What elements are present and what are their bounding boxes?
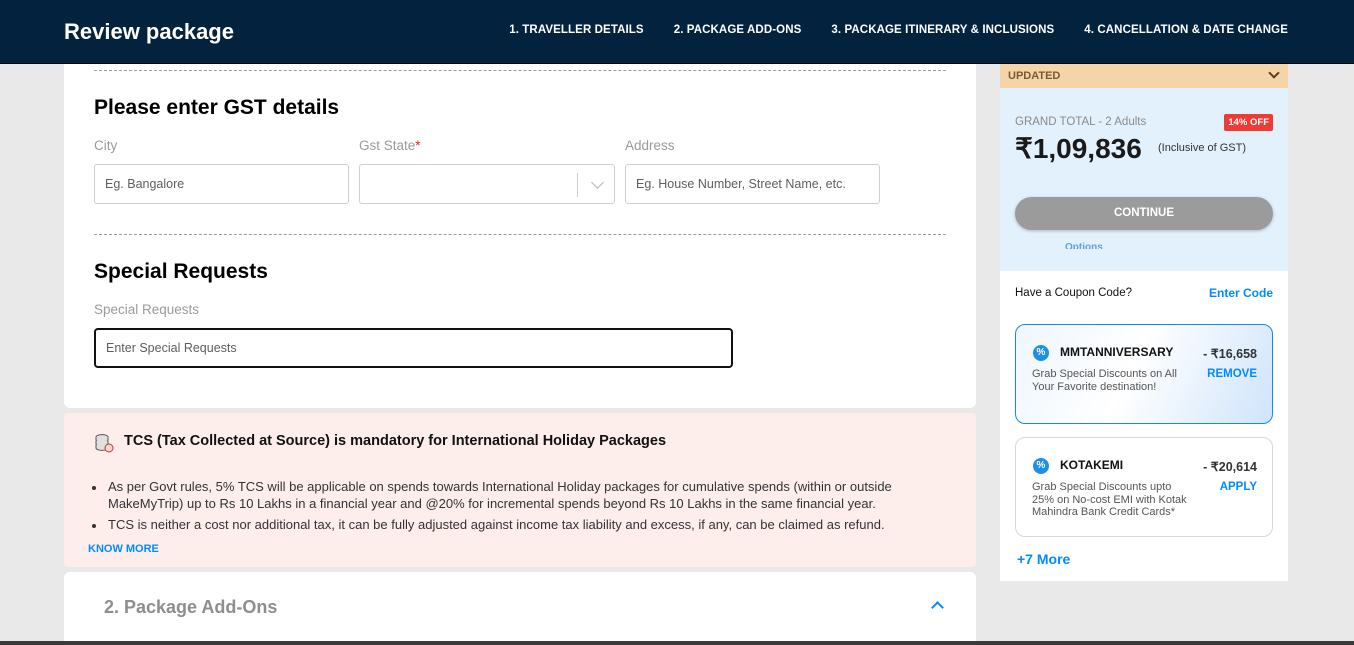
special-requests-heading: Special Requests xyxy=(94,260,268,283)
step-package-add-ons[interactable]: 2. PACKAGE ADD-ONS xyxy=(674,24,802,36)
special-requests-input[interactable] xyxy=(94,328,733,368)
addons-title: 2. Package Add-Ons xyxy=(104,597,278,617)
city-label: City xyxy=(94,138,118,153)
know-more-link[interactable]: KNOW MORE xyxy=(88,543,159,555)
step-traveller-details[interactable]: 1. TRAVELLER DETAILS xyxy=(509,24,643,36)
price-panel: GRAND TOTAL - 2 Adults 14% OFF ₹1,09,836… xyxy=(1000,88,1288,271)
gst-state-label: Gst State* xyxy=(359,138,421,153)
coins-icon xyxy=(95,434,114,453)
tcs-list: As per Govt rules, 5% TCS will be applic… xyxy=(88,479,948,539)
remove-coupon-button[interactable]: REMOVE xyxy=(1207,368,1257,380)
step-nav: 1. TRAVELLER DETAILS 2. PACKAGE ADD-ONS … xyxy=(509,24,1288,36)
step-itinerary-inclusions[interactable]: 3. PACKAGE ITINERARY & INCLUSIONS xyxy=(831,24,1054,36)
tcs-heading: TCS (Tax Collected at Source) is mandato… xyxy=(124,433,667,449)
list-item: As per Govt rules, 5% TCS will be applic… xyxy=(88,479,948,512)
enter-code-link[interactable]: Enter Code xyxy=(1209,286,1273,300)
coupon-description: Grab Special Discounts upto 25% on No-co… xyxy=(1032,481,1187,518)
discount-icon: % xyxy=(1033,345,1049,361)
more-coupons-link[interactable]: +7 More xyxy=(1017,551,1070,567)
coupon-discount: - ₹20,614 xyxy=(1203,460,1257,474)
discount-badge: 14% OFF xyxy=(1224,114,1273,131)
coupon-discount: - ₹16,658 xyxy=(1203,347,1257,361)
bottom-edge xyxy=(0,641,1354,645)
gst-state-select[interactable] xyxy=(359,164,615,204)
tcs-notice: TCS (Tax Collected at Source) is mandato… xyxy=(64,413,976,567)
price-sidebar: UPDATED GRAND TOTAL - 2 Adults 14% OFF ₹… xyxy=(1000,64,1288,581)
coupon-description: Grab Special Discounts on All Your Favor… xyxy=(1032,368,1177,393)
options-link[interactable]: Options xyxy=(1065,241,1103,249)
address-input[interactable] xyxy=(625,164,880,204)
package-addons-section[interactable]: 2. Package Add-Ons xyxy=(64,572,976,645)
chevron-down-icon xyxy=(591,176,604,189)
grand-total-amount: ₹1,09,836 xyxy=(1015,133,1142,164)
list-item: TCS is neither a cost nor additional tax… xyxy=(88,517,948,534)
apply-coupon-button[interactable]: APPLY xyxy=(1220,481,1257,493)
city-input[interactable] xyxy=(94,164,349,204)
address-label: Address xyxy=(625,138,675,153)
chevron-up-icon[interactable] xyxy=(931,601,944,614)
gst-heading: Please enter GST details xyxy=(94,96,340,119)
coupon-code: MMTANNIVERSARY xyxy=(1060,345,1174,359)
top-header: Review package 1. TRAVELLER DETAILS 2. P… xyxy=(0,0,1354,64)
discount-icon: % xyxy=(1033,458,1049,474)
coupon-card[interactable]: % MMTANNIVERSARY - ₹16,658 Grab Special … xyxy=(1015,324,1273,424)
inclusive-gst-note: (Inclusive of GST) xyxy=(1158,142,1247,154)
continue-button[interactable]: CONTINUE xyxy=(1015,197,1273,230)
step-cancellation-date-change[interactable]: 4. CANCELLATION & DATE CHANGE xyxy=(1084,24,1288,36)
special-requests-label: Special Requests xyxy=(94,302,200,317)
chevron-down-icon[interactable] xyxy=(1268,67,1280,79)
divider xyxy=(94,234,946,235)
grand-total-label: GRAND TOTAL - 2 Adults xyxy=(1015,116,1147,128)
updated-banner[interactable]: UPDATED xyxy=(1000,64,1288,88)
page-title: Review package xyxy=(64,19,234,44)
coupon-question: Have a Coupon Code? xyxy=(1015,287,1132,299)
required-asterisk: * xyxy=(415,138,421,153)
select-separator xyxy=(577,173,578,197)
form-card: Please enter GST details City Gst State*… xyxy=(64,64,976,408)
divider xyxy=(94,70,946,71)
coupon-card[interactable]: % KOTAKEMI - ₹20,614 Grab Special Discou… xyxy=(1015,437,1273,537)
updated-label: UPDATED xyxy=(1008,70,1061,82)
coupon-code: KOTAKEMI xyxy=(1060,458,1124,472)
